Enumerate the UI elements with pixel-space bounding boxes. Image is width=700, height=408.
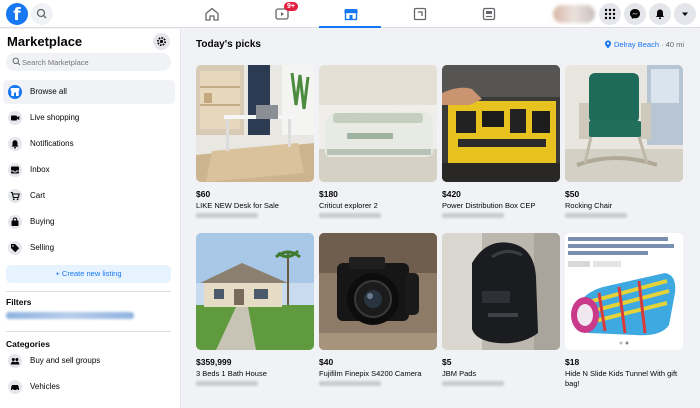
category-vehicles[interactable]: Vehicles (3, 375, 175, 399)
tab-groups[interactable] (388, 0, 450, 28)
car-icon (8, 380, 22, 394)
category-label: Buy and sell groups (30, 356, 101, 365)
sidebar-item-notifications[interactable]: Notifications (3, 132, 175, 156)
messenger-button[interactable] (624, 3, 646, 25)
sidebar-item-inbox[interactable]: Inbox (3, 158, 175, 182)
sidebar-item-label: Browse all (30, 87, 67, 96)
divider (6, 291, 171, 292)
home-icon (205, 7, 219, 21)
listing-image[interactable] (442, 65, 560, 182)
listing-title: Fujifilm Finepix S4200 Camera (319, 369, 422, 378)
listing-image[interactable] (442, 233, 560, 350)
listing-image[interactable] (565, 65, 683, 182)
live-icon (8, 111, 22, 125)
tab-gaming[interactable] (457, 0, 519, 28)
listing-price: $420 (442, 189, 461, 199)
marketplace-search[interactable] (6, 53, 171, 71)
listing-price: $359,999 (196, 357, 232, 367)
listing-image[interactable] (319, 65, 437, 182)
page-title: Today's picks (196, 39, 261, 50)
tab-home[interactable] (180, 0, 242, 28)
main-content: Today's picks Delray Beach · 40 mi $60 L… (182, 29, 700, 408)
sidebar-item-browse-all[interactable]: Browse all (3, 80, 175, 104)
search-input[interactable] (22, 53, 162, 71)
sidebar-item-live-shopping[interactable]: Live shopping (3, 106, 175, 130)
listing-title: LIKE NEW Desk for Sale (196, 201, 279, 210)
sidebar-title: Marketplace (7, 34, 83, 49)
category-buy-and-sell-groups[interactable]: Buy and sell groups (3, 349, 175, 373)
gear-icon (157, 37, 166, 46)
sidebar-item-selling[interactable]: Selling (3, 236, 175, 260)
cart-icon (8, 189, 22, 203)
storefront-icon (8, 85, 22, 99)
messenger-icon (630, 9, 640, 19)
filters-heading: Filters (6, 297, 32, 307)
gaming-icon (482, 7, 496, 21)
listing-title: Criticut explorer 2 (319, 201, 378, 210)
sidebar-item-label: Notifications (30, 139, 74, 148)
listing-price: $5 (442, 357, 452, 367)
search-button[interactable] (31, 3, 53, 25)
listing-title: Hide N Slide Kids Tunnel With gift bag! (565, 369, 678, 388)
listing-location (442, 381, 504, 386)
notifications-button[interactable] (649, 3, 671, 25)
search-icon (12, 57, 21, 66)
listing-image[interactable] (319, 233, 437, 350)
location-pin-icon (605, 40, 611, 49)
account-button[interactable] (674, 3, 696, 25)
listing-location (565, 213, 627, 218)
listing-title: Power Distribution Box CEP (442, 201, 536, 210)
search-icon (36, 8, 47, 19)
profile-avatar[interactable] (553, 5, 595, 23)
tab-watch[interactable]: 9+ (250, 0, 312, 28)
listing-price: $18 (565, 357, 580, 367)
location-name: Delray Beach (614, 40, 660, 49)
listing-price: $180 (319, 189, 338, 199)
listing-price: $60 (196, 189, 211, 199)
listing-image[interactable] (196, 65, 314, 182)
location-filter-link[interactable] (6, 312, 134, 319)
tab-marketplace[interactable] (319, 0, 381, 28)
sidebar-item-buying[interactable]: Buying (3, 210, 175, 234)
listing-price: $40 (319, 357, 334, 367)
sidebar: Marketplace Browse all Live shopping Not… (0, 29, 181, 408)
listing-location (442, 213, 504, 218)
bell-icon (656, 9, 664, 20)
listing-image[interactable] (565, 233, 683, 350)
sidebar-item-label: Buying (30, 217, 55, 226)
settings-button[interactable] (153, 33, 170, 50)
listing-location (196, 381, 258, 386)
listing-title: Rocking Chair (565, 201, 613, 210)
listing-location (319, 213, 381, 218)
listing-image[interactable] (196, 233, 314, 350)
caret-down-icon (682, 12, 688, 16)
tag-icon (8, 241, 22, 255)
bell-icon (8, 137, 22, 151)
notification-badge: 9+ (284, 2, 298, 11)
marketplace-icon (344, 9, 358, 21)
groups-icon (413, 7, 427, 21)
listing-title: JBM Pads (442, 369, 477, 378)
inbox-icon (8, 163, 22, 177)
listing-location (319, 381, 381, 386)
create-listing-button[interactable]: + Create new listing (6, 265, 171, 283)
sidebar-item-cart[interactable]: Cart (3, 184, 175, 208)
listing-location (196, 213, 258, 218)
divider (6, 331, 171, 332)
bag-icon (8, 215, 22, 229)
sidebar-item-label: Cart (30, 191, 46, 200)
top-navigation-bar: f 9+ (0, 0, 700, 28)
groups-icon (8, 354, 22, 368)
listing-price: $50 (565, 189, 580, 199)
location-distance: · 40 mi (661, 40, 685, 49)
categories-heading: Categories (6, 339, 50, 349)
menu-grid-icon (604, 8, 616, 20)
menu-button[interactable] (599, 3, 621, 25)
sidebar-item-label: Inbox (30, 165, 50, 174)
sidebar-item-label: Selling (30, 243, 55, 252)
sidebar-item-label: Live shopping (30, 113, 80, 122)
listing-title: 3 Beds 1 Bath House (196, 369, 267, 378)
category-label: Vehicles (30, 382, 60, 391)
facebook-logo[interactable]: f (6, 3, 28, 25)
